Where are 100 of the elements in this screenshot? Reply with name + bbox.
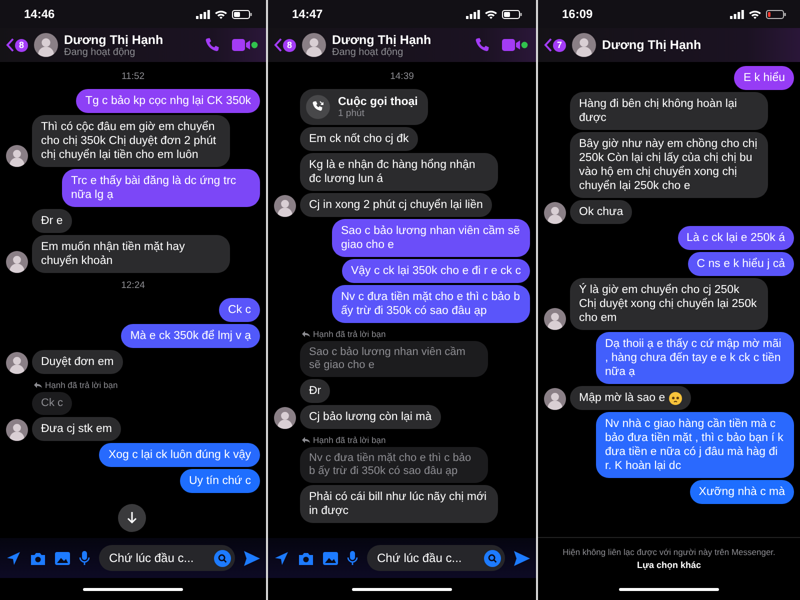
- sent-message: Xog c lại ck luôn đúng k vậy: [99, 443, 260, 467]
- message-field[interactable]: Chứ lúc đầu c...: [99, 545, 235, 571]
- quoted-message: Ck c: [32, 392, 72, 415]
- avatar[interactable]: [34, 33, 58, 57]
- sent-message: Là c ck lại e 250k á: [678, 226, 794, 250]
- down-arrow-icon: [127, 512, 137, 524]
- status-time: 14:46: [24, 7, 55, 21]
- avatar[interactable]: [6, 251, 28, 273]
- message-field[interactable]: Chứ lúc đầu c...: [367, 545, 505, 571]
- avatar[interactable]: [302, 33, 326, 57]
- unread-badge: 8: [15, 38, 28, 52]
- timestamp: 12:24: [121, 280, 145, 291]
- received-message: Bây giờ như này em chồng cho chị 250k Còn lại chị lấy của chị chị bu vào hộ em chị chuyển xong chị chuyển lại 250k cho e: [570, 132, 768, 198]
- call-card[interactable]: Cuộc gọi thoại 1 phút: [300, 89, 428, 125]
- received-message: Cj bảo lương còn lại mà: [300, 405, 441, 429]
- reply-note: Hạnh đã trả lời bạn: [313, 435, 386, 445]
- notice-text: Hiện không liên lạc được với người này trên Messenger.: [562, 546, 776, 556]
- sent-message: Trc e thấy bài đăng là dc ứng trc nữa lg ạ: [62, 169, 260, 207]
- reply-icon: [34, 382, 42, 388]
- reply-note: Hạnh đã trả lời bạn: [45, 380, 118, 390]
- received-message: Kg là e nhận đc hàng hổng nhận đc lương lun á: [300, 153, 498, 191]
- status-time: 16:09: [562, 7, 593, 21]
- received-message: Phải có cái bill như lúc nãy chị mới in được: [300, 485, 498, 523]
- contact-name: Dương Thị Hạnh: [332, 32, 432, 46]
- sent-message: Xưỡng nhà c mà: [690, 480, 794, 504]
- reply-icon: [302, 331, 310, 337]
- missed-call-icon: [306, 95, 330, 119]
- timestamp: 14:39: [390, 71, 414, 82]
- received-message: Đr e: [32, 209, 72, 233]
- contact-name: Dương Thị Hạnh: [64, 32, 164, 46]
- send-icon[interactable]: [514, 550, 530, 566]
- location-arrow-icon[interactable]: [274, 550, 289, 566]
- reply-note: Hạnh đã trả lời bạn: [313, 329, 386, 339]
- back-icon[interactable]: [544, 38, 552, 52]
- received-message: Hàng đi bên chị không hoàn lại được: [570, 92, 768, 130]
- back-icon[interactable]: [274, 38, 282, 52]
- received-message: Mập mờ là sao e: [570, 386, 692, 410]
- sent-message: Tg c bảo kp cọc nhg lại CK 350k: [76, 89, 260, 113]
- received-message: Ok chưa: [570, 200, 632, 224]
- image-icon[interactable]: [323, 552, 338, 564]
- microphone-icon[interactable]: [347, 550, 358, 566]
- wifi-icon: [485, 10, 497, 18]
- sent-message: Nv nhà c giao hàng cần tiền mà c bảo đưa tiền mặt , thì c bảo bạn í k đưa tiền e nữa có j đâu mà hàg đi r. K hoàn lại dc: [596, 412, 794, 478]
- received-message: Ý là giờ em chuyển cho cj 250k Chị duyệt xong chị chuyển lại 250k cho em: [570, 278, 768, 330]
- call-duration: 1 phút: [338, 108, 366, 118]
- video-call-icon[interactable]: [502, 38, 528, 52]
- signal-icon: [196, 10, 210, 18]
- call-title: Cuộc gọi thoại: [338, 96, 418, 108]
- wifi-icon: [749, 10, 761, 18]
- quoted-message: Sao c bảo lương nhan viên cầm sẽ giao cho e: [300, 341, 488, 377]
- avatar[interactable]: [274, 195, 296, 217]
- wifi-icon: [215, 10, 227, 18]
- sent-message: C ns e k hiểu j cả: [688, 252, 794, 276]
- signal-icon: [466, 10, 480, 18]
- sent-message: Sao c bảo lương nhan viên cầm sẽ giao cho e: [332, 219, 530, 257]
- location-arrow-icon[interactable]: [6, 550, 21, 566]
- timestamp: 11:52: [121, 71, 145, 82]
- received-message: Đr: [300, 379, 330, 403]
- received-message: Em muốn nhận tiền mặt hay chuyển khoản: [32, 235, 230, 273]
- status-time: 14:47: [292, 7, 323, 21]
- sent-message: Dạ thoii ạ e thấy c cứ mập mờ mãi , hàng chưa đến tay e e k ck c tiền nữa ạ: [596, 332, 794, 384]
- received-message: Duyệt đơn em: [32, 350, 123, 374]
- image-icon[interactable]: [55, 552, 70, 564]
- back-icon[interactable]: [6, 38, 14, 52]
- phone-icon[interactable]: [204, 37, 220, 53]
- camera-icon[interactable]: [298, 552, 314, 564]
- signal-icon: [730, 10, 744, 18]
- sent-message: Mà e ck 350k để lmj v ạ: [121, 324, 260, 348]
- avatar[interactable]: [6, 352, 28, 374]
- received-message: Em ck nốt cho cj đk: [300, 127, 418, 151]
- search-icon[interactable]: [484, 550, 501, 566]
- avatar[interactable]: [274, 407, 296, 429]
- video-call-icon[interactable]: [232, 38, 258, 52]
- avatar[interactable]: [6, 145, 28, 167]
- sent-message: Uy tín chứ c: [180, 469, 260, 493]
- phone-icon[interactable]: [474, 37, 490, 53]
- sent-message: E k hiểu: [734, 66, 794, 90]
- avatar[interactable]: [6, 419, 28, 441]
- received-message: Thì có cộc đâu em giờ em chuyển cho chị 350k Chị duyệt đơn 2 phút chị chuyển lại tiền cho em luôn: [32, 115, 230, 167]
- microphone-icon[interactable]: [79, 550, 90, 566]
- avatar[interactable]: [544, 388, 566, 410]
- contact-status: Đang hoạt động: [64, 46, 136, 58]
- sent-message: Ck c: [219, 298, 260, 322]
- received-message: Đưa cj stk em: [32, 417, 121, 441]
- sent-message: Vậy c ck lại 350k cho e đi r e ck c: [342, 259, 530, 283]
- received-message: Cj in xong 2 phút cj chuyển lại liền: [300, 193, 492, 217]
- contact-status: Đang hoạt động: [332, 46, 404, 58]
- avatar[interactable]: [572, 33, 596, 57]
- avatar[interactable]: [544, 308, 566, 330]
- sent-message: Nv c đưa tiền mặt cho e thì c bảo b ấy trừ đi 350k có sao đâu ạp: [332, 285, 530, 323]
- unread-badge: 8: [283, 38, 296, 52]
- reply-icon: [302, 437, 310, 443]
- quoted-message: Nv c đưa tiền mặt cho e thì c bảo b ấy trừ đi 350k có sao đâu ạp: [300, 447, 488, 483]
- contact-name: Dương Thị Hạnh: [602, 38, 702, 52]
- search-icon[interactable]: [214, 550, 231, 566]
- avatar[interactable]: [544, 202, 566, 224]
- other-options-link[interactable]: Lựa chọn khác: [636, 560, 702, 570]
- camera-icon[interactable]: [30, 552, 46, 564]
- unread-badge: 7: [553, 38, 566, 52]
- send-icon[interactable]: [244, 550, 260, 566]
